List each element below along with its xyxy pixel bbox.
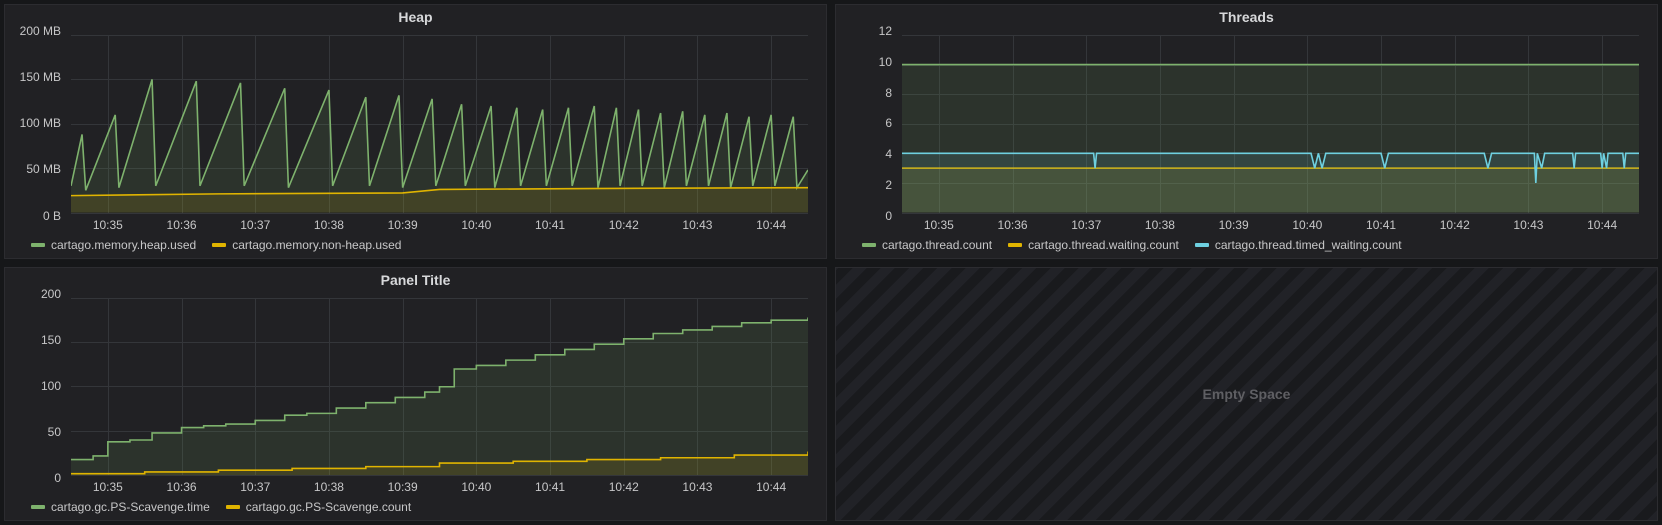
y-tick-label: 0 — [54, 471, 61, 485]
x-tick-label: 10:36 — [167, 480, 197, 494]
x-tick-label: 10:42 — [609, 218, 639, 232]
x-tick-label: 10:43 — [682, 480, 712, 494]
x-tick-label: 10:35 — [93, 480, 123, 494]
x-tick-label: 10:38 — [314, 480, 344, 494]
x-tick-label: 10:38 — [1145, 218, 1175, 232]
y-tick-label: 6 — [885, 116, 892, 130]
x-tick-label: 10:41 — [535, 218, 565, 232]
legend-gc: cartago.gc.PS-Scavenge.time cartago.gc.PS… — [5, 496, 826, 520]
legend-label: cartago.memory.heap.used — [51, 238, 196, 252]
y-tick-label: 50 MB — [26, 162, 61, 176]
x-tick-label: 10:40 — [461, 480, 491, 494]
x-tick-label: 10:36 — [167, 218, 197, 232]
x-tick-label: 10:44 — [756, 218, 786, 232]
y-tick-label: 150 MB — [20, 70, 61, 84]
y-tick-label: 200 — [41, 287, 61, 301]
y-tick-label: 10 — [879, 55, 892, 69]
x-tick-label: 10:44 — [756, 480, 786, 494]
y-tick-label: 0 — [885, 209, 892, 223]
empty-space-label: Empty Space — [1203, 386, 1291, 402]
x-tick-label: 10:37 — [240, 218, 270, 232]
legend-item[interactable]: cartago.thread.count — [862, 238, 992, 252]
panel-heap[interactable]: Heap 0 B50 MB100 MB150 MB200 MB 10:3510:… — [4, 4, 827, 259]
x-tick-label: 10:38 — [314, 218, 344, 232]
x-axis-gc: 10:35 10:36 10:37 10:38 10:39 10:40 10:41 10:42… — [71, 478, 808, 496]
legend-swatch — [862, 243, 876, 247]
legend-swatch — [226, 505, 240, 509]
legend-label: cartago.gc.PS-Scavenge.count — [246, 500, 411, 514]
x-tick-label: 10:37 — [1071, 218, 1101, 232]
x-tick-label: 10:39 — [388, 218, 418, 232]
x-tick-label: 10:43 — [682, 218, 712, 232]
x-tick-label: 10:39 — [388, 480, 418, 494]
legend-swatch — [1008, 243, 1022, 247]
legend-label: cartago.thread.waiting.count — [1028, 238, 1179, 252]
x-axis-heap: 10:35 10:36 10:37 10:38 10:39 10:40 10:41 10:42… — [71, 216, 808, 234]
x-tick-label: 10:41 — [535, 480, 565, 494]
legend-label: cartago.thread.count — [882, 238, 992, 252]
y-tick-label: 0 B — [43, 209, 61, 223]
y-tick-label: 2 — [885, 178, 892, 192]
y-tick-label: 150 — [41, 333, 61, 347]
legend-label: cartago.thread.timed_waiting.count — [1215, 238, 1402, 252]
x-tick-label: 10:41 — [1366, 218, 1396, 232]
x-tick-label: 10:40 — [461, 218, 491, 232]
chart-heap: 0 B50 MB100 MB150 MB200 MB — [5, 31, 826, 216]
panel-empty[interactable]: Empty Space — [835, 267, 1658, 522]
legend-swatch — [31, 505, 45, 509]
legend-item[interactable]: cartago.gc.PS-Scavenge.count — [226, 500, 411, 514]
y-tick-label: 100 — [41, 379, 61, 393]
x-tick-label: 10:44 — [1587, 218, 1617, 232]
panel-title-threads: Threads — [836, 5, 1657, 31]
legend-swatch — [31, 243, 45, 247]
legend-heap: cartago.memory.heap.used cartago.memory.n… — [5, 234, 826, 258]
x-tick-label: 10:43 — [1513, 218, 1543, 232]
legend-item[interactable]: cartago.memory.heap.used — [31, 238, 196, 252]
chart-threads: 024681012 — [836, 31, 1657, 216]
x-tick-label: 10:42 — [609, 480, 639, 494]
x-tick-label: 10:40 — [1292, 218, 1322, 232]
legend-swatch — [212, 243, 226, 247]
chart-gc: 050100150200 — [5, 294, 826, 479]
y-tick-label: 8 — [885, 86, 892, 100]
legend-label: cartago.gc.PS-Scavenge.time — [51, 500, 210, 514]
y-tick-label: 50 — [48, 425, 61, 439]
y-tick-label: 12 — [879, 24, 892, 38]
x-tick-label: 10:42 — [1440, 218, 1470, 232]
legend-item[interactable]: cartago.thread.timed_waiting.count — [1195, 238, 1402, 252]
x-tick-label: 10:35 — [924, 218, 954, 232]
y-tick-label: 200 MB — [20, 24, 61, 38]
legend-item[interactable]: cartago.gc.PS-Scavenge.time — [31, 500, 210, 514]
x-tick-label: 10:37 — [240, 480, 270, 494]
panel-title-heap: Heap — [5, 5, 826, 31]
y-tick-label: 4 — [885, 147, 892, 161]
x-tick-label: 10:35 — [93, 218, 123, 232]
legend-threads: cartago.thread.count cartago.thread.waiti… — [836, 234, 1657, 258]
x-tick-label: 10:36 — [998, 218, 1028, 232]
panel-gc[interactable]: Panel Title 0 50 100 150 200 10:35 10:36 10:37… — [4, 267, 827, 522]
legend-item[interactable]: cartago.thread.waiting.count — [1008, 238, 1179, 252]
legend-label: cartago.memory.non-heap.used — [232, 238, 401, 252]
x-tick-label: 10:39 — [1219, 218, 1249, 232]
legend-swatch — [1195, 243, 1209, 247]
y-tick-label: 100 MB — [20, 116, 61, 130]
x-axis-threads: 10:35 10:36 10:37 10:38 10:39 10:40 10:41 10:42… — [902, 216, 1639, 234]
panel-title-gc: Panel Title — [5, 268, 826, 294]
panel-threads[interactable]: Threads 024681012 10:3510:3610:3710:3810… — [835, 4, 1658, 259]
legend-item[interactable]: cartago.memory.non-heap.used — [212, 238, 401, 252]
